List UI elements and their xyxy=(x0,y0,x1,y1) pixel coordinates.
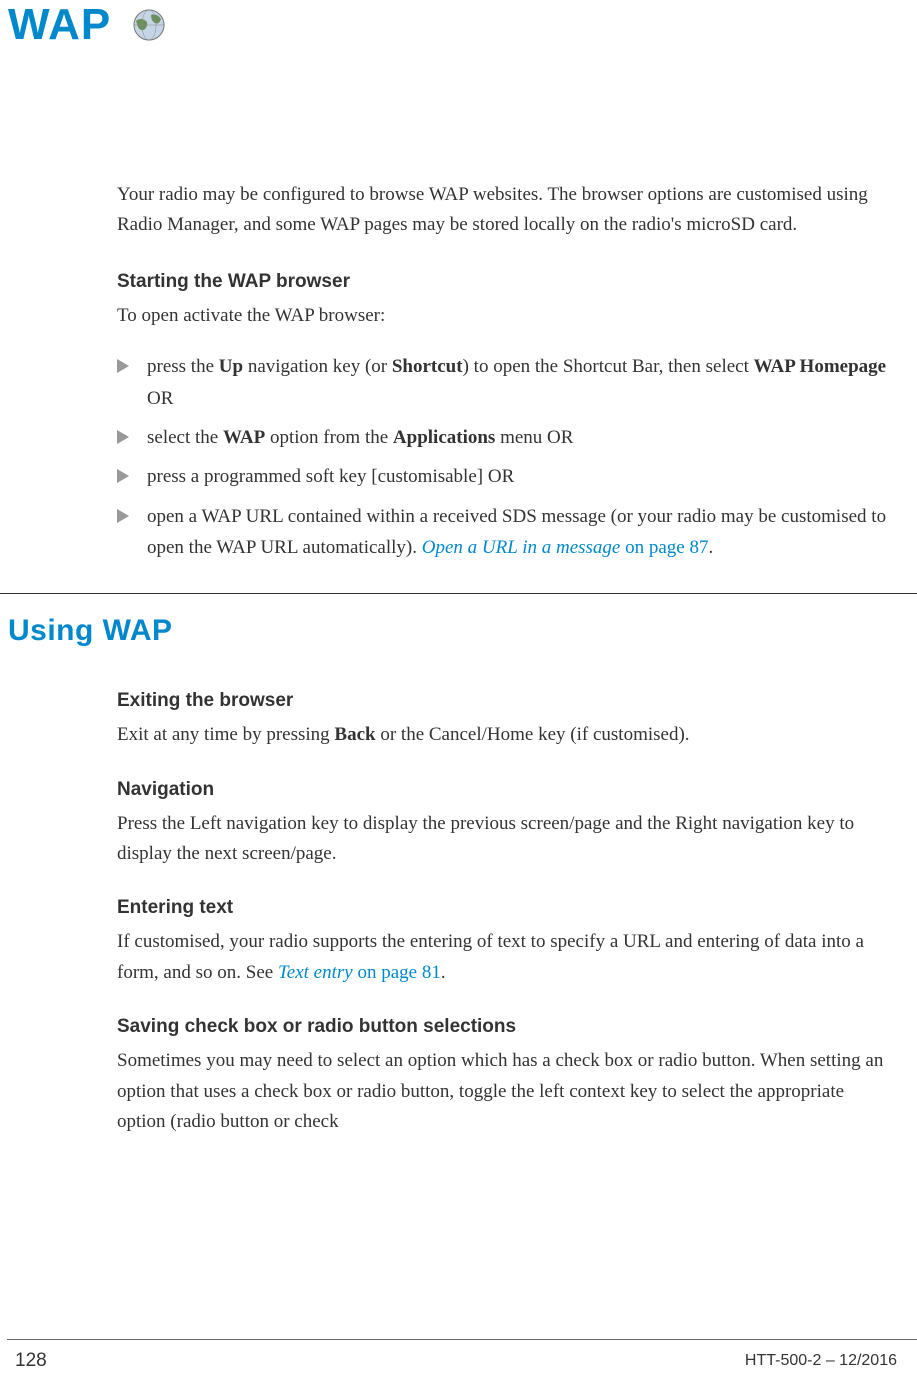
navigation-section: Navigation Press the Left navigation key… xyxy=(117,779,887,870)
exiting-heading: Exiting the browser xyxy=(117,690,887,712)
starting-heading: Starting the WAP browser xyxy=(117,271,887,293)
list-text: press the xyxy=(147,356,219,377)
list-bold: Applications xyxy=(393,427,495,448)
list-text: select the xyxy=(147,427,223,448)
link-page-ref: on page 87 xyxy=(620,537,708,558)
globe-icon xyxy=(131,7,167,43)
section-divider xyxy=(0,593,917,594)
list-item: open a WAP URL contained within a receiv… xyxy=(117,501,887,564)
text: Exit at any time by pressing xyxy=(117,724,334,745)
cross-reference-link[interactable]: Open a URL in a message xyxy=(422,537,621,558)
list-text: ) to open the Shortcut Bar, then select xyxy=(463,356,754,377)
list-text: press a programmed soft key [customisabl… xyxy=(147,466,514,487)
section-heading: Using WAP xyxy=(0,614,887,648)
list-item: press a programmed soft key [customisabl… xyxy=(117,461,887,492)
entering-section: Entering text If customised, your radio … xyxy=(117,897,887,988)
exiting-section: Exiting the browser Exit at any time by … xyxy=(117,690,887,750)
content-area: Your radio may be configured to browse W… xyxy=(0,50,917,1137)
bullet-list: press the Up navigation key (or Shortcut… xyxy=(117,351,887,563)
text: . xyxy=(441,962,446,983)
navigation-text: Press the Left navigation key to display… xyxy=(117,809,887,870)
list-text: navigation key (or xyxy=(243,356,392,377)
footer-content: 128 HTT-500-2 – 12/2016 xyxy=(15,1350,897,1372)
list-bold: WAP xyxy=(223,427,265,448)
exiting-text: Exit at any time by pressing Back or the… xyxy=(117,720,887,750)
entering-text: If customised, your radio supports the e… xyxy=(117,927,887,988)
list-bold: Up xyxy=(219,356,243,377)
list-bold: Shortcut xyxy=(392,356,463,377)
navigation-heading: Navigation xyxy=(117,779,887,801)
list-text: menu OR xyxy=(495,427,573,448)
text: If customised, your radio supports the e… xyxy=(117,931,864,982)
list-text: OR xyxy=(147,388,173,409)
saving-text: Sometimes you may need to select an opti… xyxy=(117,1046,887,1137)
link-page-ref: on page 81 xyxy=(353,962,441,983)
list-text: option from the xyxy=(265,427,393,448)
list-bold: WAP Homepage xyxy=(754,356,886,377)
list-item: select the WAP option from the Applicati… xyxy=(117,422,887,453)
text-bold: Back xyxy=(334,724,375,745)
list-item: press the Up navigation key (or Shortcut… xyxy=(117,351,887,414)
page-footer: 128 HTT-500-2 – 12/2016 xyxy=(0,1339,917,1372)
starting-section: Starting the WAP browser To open activat… xyxy=(117,271,887,563)
text: or the Cancel/Home key (if customised). xyxy=(376,724,690,745)
saving-section: Saving check box or radio button selecti… xyxy=(117,1016,887,1137)
document-id: HTT-500-2 – 12/2016 xyxy=(745,1352,897,1370)
entering-heading: Entering text xyxy=(117,897,887,919)
saving-heading: Saving check box or radio button selecti… xyxy=(117,1016,887,1038)
page-number: 128 xyxy=(15,1350,47,1372)
page-title: WAP xyxy=(0,0,917,50)
starting-intro: To open activate the WAP browser: xyxy=(117,301,887,331)
cross-reference-link[interactable]: Text entry xyxy=(278,962,353,983)
list-text: . xyxy=(708,537,713,558)
intro-paragraph: Your radio may be configured to browse W… xyxy=(117,180,887,241)
footer-rule xyxy=(7,1339,917,1340)
page-title-text: WAP xyxy=(8,0,111,50)
